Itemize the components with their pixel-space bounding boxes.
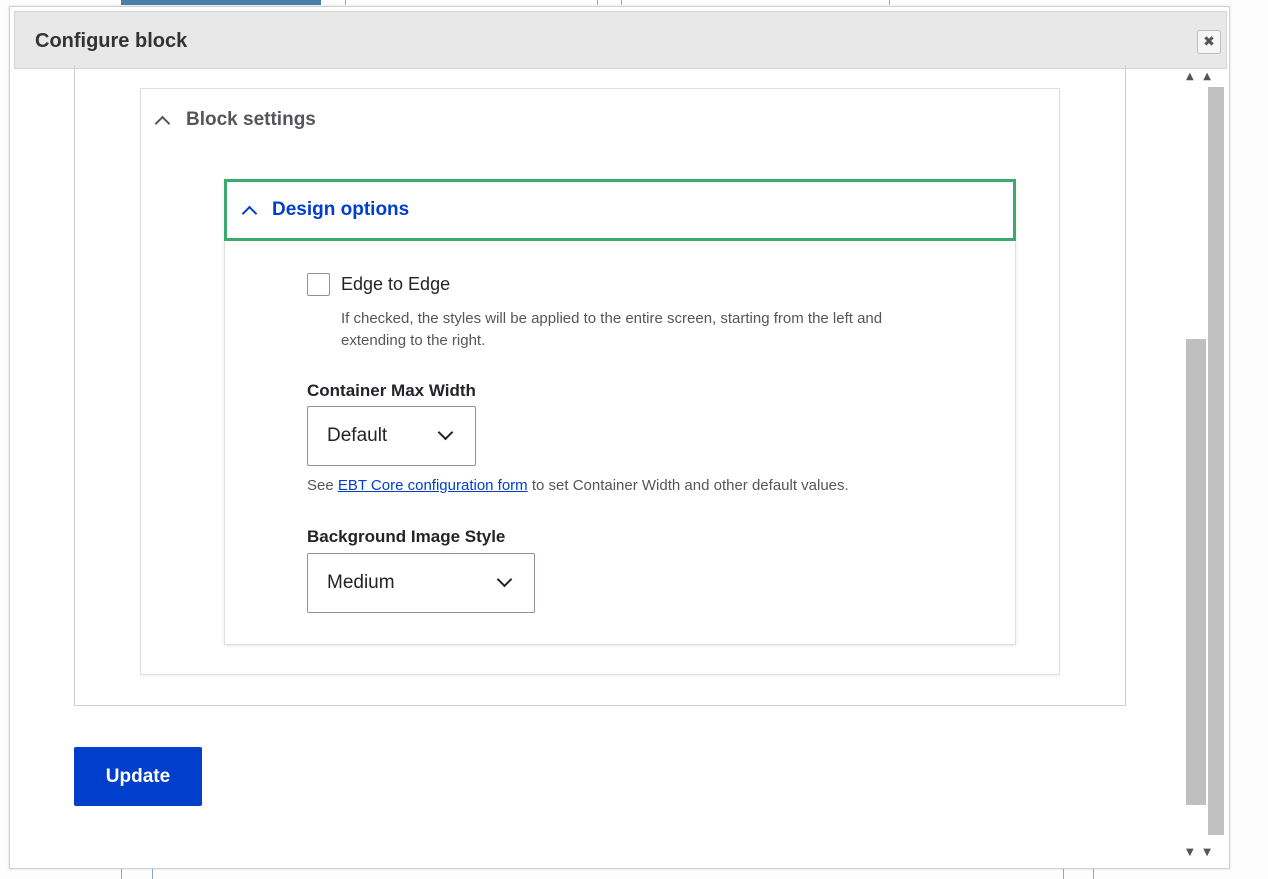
background-divider — [889, 0, 890, 5]
edge-to-edge-row: Edge to Edge — [307, 273, 450, 296]
background-divider — [345, 0, 346, 5]
close-icon: ✖ — [1203, 34, 1215, 50]
design-options-summary[interactable]: Design options — [224, 179, 1016, 241]
design-options-title: Design options — [272, 199, 410, 220]
background-divider — [1093, 869, 1094, 879]
close-button[interactable]: ✖ — [1197, 30, 1221, 54]
scroll-down-arrows[interactable]: ▼ ▼ — [1186, 847, 1220, 858]
chevron-down-icon — [437, 424, 454, 441]
update-button[interactable]: Update — [74, 747, 202, 806]
background-active-tab — [121, 0, 321, 5]
scrollbar-thumb[interactable] — [1186, 339, 1206, 805]
container-max-width-value: Default — [327, 425, 388, 446]
background-image-style-value: Medium — [327, 572, 395, 593]
dialog-titlebar: Configure block ✖ — [14, 11, 1227, 69]
container-max-width-label: Container Max Width — [307, 381, 476, 400]
block-settings-details: Block settings Design options Edge to Ed… — [140, 88, 1060, 675]
scroll-up-arrows[interactable]: ▲ ▲ — [1186, 71, 1220, 82]
background-divider — [597, 0, 598, 5]
scrollbar-thumb-outer[interactable] — [1208, 87, 1224, 835]
design-options-details: Design options Edge to Edge If checked, … — [224, 179, 1016, 645]
block-settings-title: Block settings — [186, 109, 316, 130]
container-width-help: See EBT Core configuration form to set C… — [307, 477, 849, 494]
block-settings-summary[interactable]: Block settings — [154, 109, 316, 131]
background-divider — [1063, 869, 1064, 879]
chevron-up-icon — [154, 115, 171, 131]
ebt-core-config-link[interactable]: EBT Core configuration form — [338, 477, 528, 494]
help-prefix: See — [307, 477, 338, 494]
help-suffix: to set Container Width and other default… — [527, 477, 849, 494]
chevron-down-icon — [496, 571, 513, 588]
dialog-title: Configure block — [35, 30, 188, 52]
chevron-up-icon — [241, 205, 258, 221]
edge-to-edge-label[interactable]: Edge to Edge — [341, 274, 450, 295]
container-max-width-select[interactable]: Default — [307, 406, 476, 466]
background-image-style-select[interactable]: Medium — [307, 553, 535, 613]
background-divider — [121, 869, 122, 879]
background-divider — [152, 869, 153, 879]
edge-to-edge-description: If checked, the styles will be applied t… — [341, 310, 883, 349]
edge-to-edge-checkbox[interactable] — [307, 273, 330, 296]
background-divider — [621, 0, 622, 5]
configure-block-dialog: Configure block ✖ ▲ ▲ ▼ ▼ Block settings… — [9, 6, 1230, 869]
background-image-style-label: Background Image Style — [307, 527, 506, 546]
